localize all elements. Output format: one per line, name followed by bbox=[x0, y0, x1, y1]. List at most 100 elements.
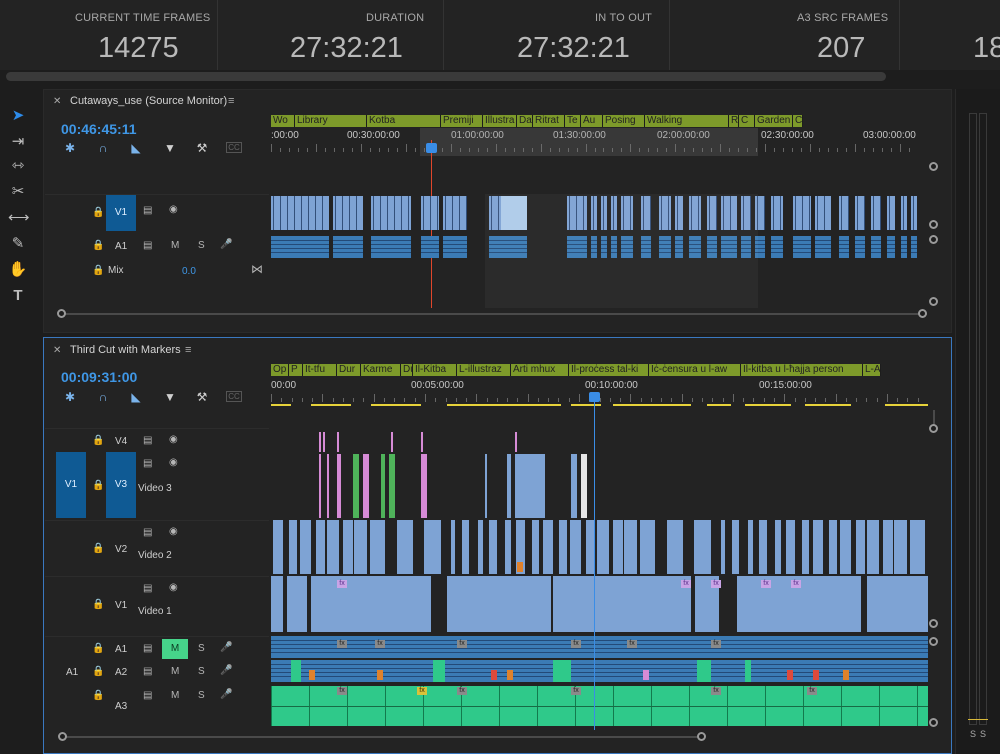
track-v3-target[interactable]: V3 bbox=[106, 452, 136, 518]
toggle-sync-lock-icon[interactable]: ▤ bbox=[143, 240, 152, 251]
ripple-edit-tool-icon[interactable]: ⇿ bbox=[8, 156, 28, 176]
marker[interactable]: Op bbox=[271, 364, 289, 376]
microphone-icon[interactable]: 🎤 bbox=[220, 665, 232, 676]
a-scroll-handle-bottom[interactable] bbox=[929, 718, 938, 727]
mute-button[interactable]: M bbox=[171, 666, 179, 677]
v-scroll-handle-bottom[interactable] bbox=[929, 619, 938, 628]
add-marker-icon[interactable]: ▼ bbox=[162, 389, 178, 405]
sequence-playhead-handle[interactable] bbox=[589, 392, 600, 402]
marker[interactable]: Karme bbox=[361, 364, 401, 376]
marker[interactable]: Dur bbox=[401, 364, 413, 376]
marker[interactable]: R bbox=[729, 115, 739, 127]
scroll-right-handle[interactable] bbox=[697, 732, 706, 741]
eye-icon[interactable]: ◉ bbox=[169, 582, 178, 593]
wrench-icon[interactable]: ⚒ bbox=[194, 140, 210, 156]
linked-selection-icon[interactable]: ◣ bbox=[128, 389, 144, 405]
track-v1-target[interactable]: V1 bbox=[106, 195, 136, 231]
toggle-sync-lock-icon[interactable]: ▤ bbox=[143, 435, 152, 446]
wrench-icon[interactable]: ⚒ bbox=[194, 389, 210, 405]
solo-button[interactable]: S bbox=[198, 240, 205, 251]
panel-menu-icon[interactable]: ≡ bbox=[185, 344, 191, 356]
marker[interactable]: P bbox=[289, 364, 303, 376]
toggle-sync-lock-icon[interactable]: ▤ bbox=[143, 527, 152, 538]
razor-tool-icon[interactable]: ✂ bbox=[8, 182, 28, 202]
toggle-sync-lock-icon[interactable]: ▤ bbox=[143, 666, 152, 677]
a-scroll-handle-top[interactable] bbox=[929, 235, 938, 244]
magnet-icon[interactable]: ∩ bbox=[95, 389, 111, 405]
mix-volume-value[interactable]: 0.0 bbox=[182, 266, 196, 277]
lock-icon[interactable]: 🔒 bbox=[92, 643, 104, 654]
track-v2-label[interactable]: V2 bbox=[115, 544, 127, 555]
marker[interactable]: Posing bbox=[603, 115, 645, 127]
marker[interactable]: C bbox=[793, 115, 803, 127]
marker[interactable]: Te bbox=[565, 115, 581, 127]
scroll-left-handle[interactable] bbox=[58, 732, 67, 741]
a-scroll-handle-bottom[interactable] bbox=[929, 297, 938, 306]
solo-button[interactable]: S bbox=[198, 666, 205, 677]
close-icon[interactable]: ✕ bbox=[53, 96, 61, 107]
marker[interactable]: Kotba bbox=[367, 115, 441, 127]
eye-icon[interactable]: ◉ bbox=[169, 204, 178, 215]
close-icon[interactable]: ✕ bbox=[53, 345, 61, 356]
marker[interactable]: Da bbox=[517, 115, 533, 127]
solo-button[interactable]: S bbox=[198, 690, 205, 701]
eye-icon[interactable]: ◉ bbox=[169, 457, 178, 468]
magnet-icon[interactable]: ∩ bbox=[95, 140, 111, 156]
marker[interactable]: Illustra bbox=[483, 115, 517, 127]
source-playhead-handle[interactable] bbox=[426, 143, 437, 153]
microphone-icon[interactable]: 🎤 bbox=[220, 689, 232, 700]
selection-tool-icon[interactable]: ➤ bbox=[8, 106, 28, 126]
sequence-horizontal-scrollbar[interactable] bbox=[62, 736, 702, 738]
scroll-left-handle[interactable] bbox=[57, 309, 66, 318]
lock-icon[interactable]: 🔒 bbox=[92, 240, 104, 251]
add-marker-icon[interactable]: ▼ bbox=[162, 140, 178, 156]
mute-button[interactable]: M bbox=[171, 690, 179, 701]
lock-icon[interactable]: 🔒 bbox=[92, 690, 104, 701]
microphone-icon[interactable]: 🎤 bbox=[220, 642, 232, 653]
v-scroll-handle-bottom[interactable] bbox=[929, 220, 938, 229]
marker[interactable]: Iċ-ċensura u l-aw bbox=[649, 364, 741, 376]
v-scroll-handle-top[interactable] bbox=[929, 162, 938, 171]
linked-selection-icon[interactable]: ◣ bbox=[128, 140, 144, 156]
track-a3-label[interactable]: A3 bbox=[115, 701, 127, 712]
scroll-right-handle[interactable] bbox=[918, 309, 927, 318]
track-a2-label[interactable]: A2 bbox=[115, 667, 127, 678]
marker[interactable]: L-illustraz bbox=[457, 364, 511, 376]
track-a1-label[interactable]: A1 bbox=[115, 644, 127, 655]
lock-icon[interactable]: 🔒 bbox=[92, 666, 104, 677]
slip-tool-icon[interactable]: ⟷ bbox=[8, 208, 30, 228]
pen-tool-icon[interactable]: ✎ bbox=[8, 234, 28, 254]
marker[interactable]: Arti mhux bbox=[511, 364, 569, 376]
marker[interactable]: Il-proċess tal-ki bbox=[569, 364, 649, 376]
marker[interactable]: L-A bbox=[863, 364, 881, 376]
solo-right-button[interactable]: S bbox=[980, 729, 986, 739]
toggle-sync-lock-icon[interactable]: ▤ bbox=[143, 690, 152, 701]
toggle-sync-lock-icon[interactable]: ▤ bbox=[143, 205, 152, 216]
source-v1-patch[interactable]: V1 bbox=[56, 452, 86, 518]
type-tool-icon[interactable]: T bbox=[8, 286, 28, 306]
marker[interactable]: It-tfu bbox=[303, 364, 337, 376]
source-a1-patch[interactable]: A1 bbox=[66, 667, 78, 678]
lock-icon[interactable]: 🔒 bbox=[92, 435, 104, 446]
v-scroll-handle-top[interactable] bbox=[929, 424, 938, 433]
eye-icon[interactable]: ◉ bbox=[169, 434, 178, 445]
sequence-playhead[interactable] bbox=[594, 396, 595, 730]
track-v1-label[interactable]: V1 bbox=[115, 600, 127, 611]
source-horizontal-scrollbar[interactable] bbox=[62, 313, 927, 315]
mute-button[interactable]: M bbox=[171, 240, 179, 251]
lock-icon[interactable]: 🔒 bbox=[92, 265, 104, 276]
captions-icon[interactable]: CC bbox=[226, 142, 242, 153]
solo-button[interactable]: S bbox=[198, 643, 205, 654]
toggle-sync-lock-icon[interactable]: ▤ bbox=[143, 458, 152, 469]
source-timecode[interactable]: 00:46:45:11 bbox=[61, 121, 137, 137]
marker[interactable]: Ritrat bbox=[533, 115, 565, 127]
snap-icon[interactable]: ✱ bbox=[62, 389, 78, 405]
toggle-sync-lock-icon[interactable]: ▤ bbox=[143, 583, 152, 594]
lock-icon[interactable]: 🔒 bbox=[92, 480, 104, 491]
marker[interactable]: Dur bbox=[337, 364, 361, 376]
mute-button-active[interactable]: M bbox=[162, 639, 188, 659]
marker[interactable]: Premiji bbox=[441, 115, 483, 127]
marker[interactable]: Garden bbox=[755, 115, 793, 127]
lock-icon[interactable]: 🔒 bbox=[92, 599, 104, 610]
panel-menu-icon[interactable]: ≡ bbox=[228, 95, 234, 107]
